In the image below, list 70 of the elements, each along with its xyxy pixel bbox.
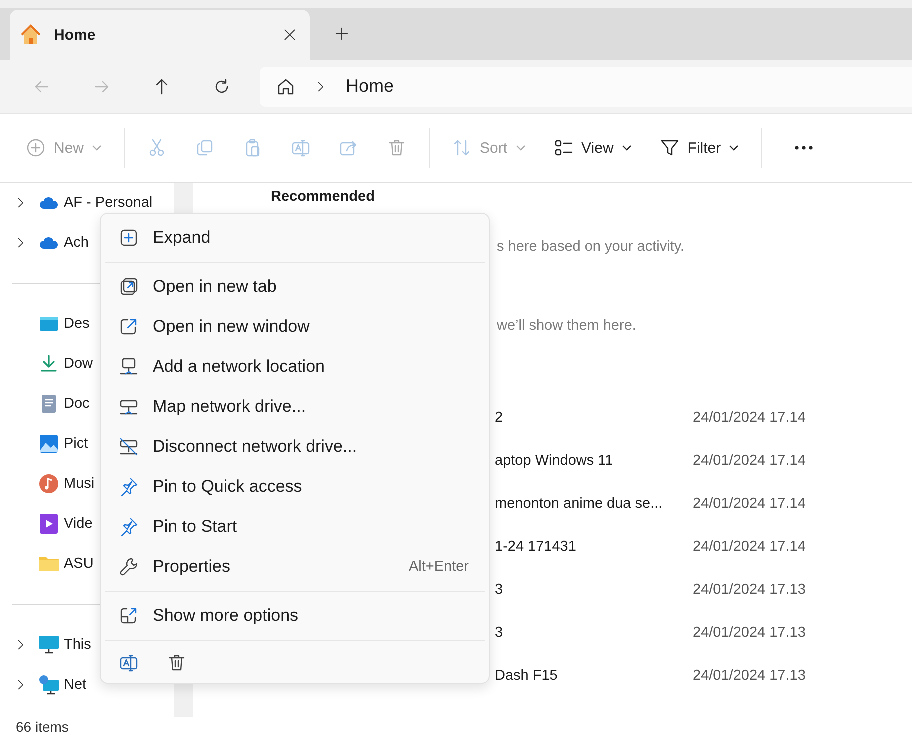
- close-icon: [282, 27, 298, 43]
- file-name: menonton anime dua se...: [495, 496, 664, 512]
- picture-icon: [39, 434, 59, 454]
- menu-item[interactable]: Pin to Quick access: [101, 467, 489, 507]
- sidebar-item[interactable]: Net: [0, 665, 174, 705]
- menu-item[interactable]: Open in new window: [101, 307, 489, 347]
- plus-circle-icon: [26, 138, 46, 158]
- music-note-icon: [39, 474, 59, 494]
- cloud-icon: [39, 236, 59, 250]
- document-icon: [41, 394, 57, 414]
- sort-arrows-icon: [452, 138, 472, 158]
- plus-icon: [334, 26, 350, 42]
- video-icon: [40, 514, 58, 534]
- more-icon: [795, 146, 814, 150]
- menu-item[interactable]: Open in new tab: [101, 267, 489, 307]
- more-options-icon: [119, 606, 139, 626]
- network-icon: [38, 675, 60, 695]
- close-tab-button[interactable]: [282, 27, 298, 43]
- menu-item[interactable]: Disconnect network drive...: [101, 427, 489, 467]
- monitor-icon: [38, 635, 60, 655]
- expand-icon: [119, 228, 139, 248]
- file-date: 24/01/2024 17.14: [693, 496, 806, 512]
- menu-item[interactable]: Add a network location: [101, 347, 489, 387]
- wrench-icon: [119, 557, 139, 577]
- file-date: 24/01/2024 17.14: [693, 452, 806, 468]
- menu-item[interactable]: Properties Alt+Enter: [101, 547, 489, 587]
- filter-icon: [660, 138, 680, 158]
- view-button[interactable]: View: [544, 130, 642, 166]
- address-bar[interactable]: Home: [260, 66, 912, 106]
- menu-item[interactable]: Map network drive...: [101, 387, 489, 427]
- copy-icon: [195, 138, 216, 158]
- rename-icon: [291, 138, 312, 158]
- breadcrumb[interactable]: Home: [346, 76, 394, 97]
- file-name: 1-24 171431: [495, 538, 578, 554]
- folder-icon: [39, 556, 59, 572]
- file-date: 24/01/2024 17.14: [693, 410, 806, 426]
- file-date: 24/01/2024 17.14: [693, 538, 806, 554]
- home-icon: [20, 24, 42, 46]
- home-icon: [276, 76, 296, 96]
- file-name: 3: [495, 624, 504, 640]
- empty-message: we’ll show them here.: [497, 318, 638, 334]
- trash-icon: [167, 653, 187, 673]
- section-title: Recommended: [271, 189, 376, 205]
- file-date: 24/01/2024 17.13: [693, 582, 806, 598]
- home-tab[interactable]: Home: [10, 10, 310, 60]
- network-location-icon: [119, 357, 139, 377]
- desktop-icon: [39, 316, 59, 332]
- pin-icon: [119, 517, 139, 537]
- menu-item[interactable]: Pin to Start: [101, 507, 489, 547]
- item-count: 66 items: [16, 719, 69, 735]
- file-name: 2: [495, 410, 504, 426]
- pin-icon: [119, 477, 139, 497]
- file-date: 24/01/2024 17.13: [693, 624, 806, 640]
- empty-message: s here based on your activity.: [497, 239, 686, 255]
- file-name: 3: [495, 582, 504, 598]
- new-tab-icon: [119, 277, 139, 297]
- trash-icon: [387, 138, 408, 158]
- file-date: 24/01/2024 17.13: [693, 668, 806, 684]
- disconnect-drive-icon: [119, 437, 139, 457]
- shortcut-hint: Alt+Enter: [408, 559, 469, 575]
- download-icon: [39, 354, 59, 374]
- file-name: aptop Windows 11: [495, 452, 614, 468]
- cloud-icon: [39, 196, 59, 210]
- list-view-icon: [554, 138, 574, 158]
- rename-button[interactable]: [119, 653, 139, 673]
- new-window-icon: [119, 317, 139, 337]
- file-name: Dash F15: [495, 668, 559, 684]
- rename-icon: [119, 653, 139, 673]
- filter-button[interactable]: Filter: [650, 130, 750, 166]
- delete-button[interactable]: [167, 653, 187, 673]
